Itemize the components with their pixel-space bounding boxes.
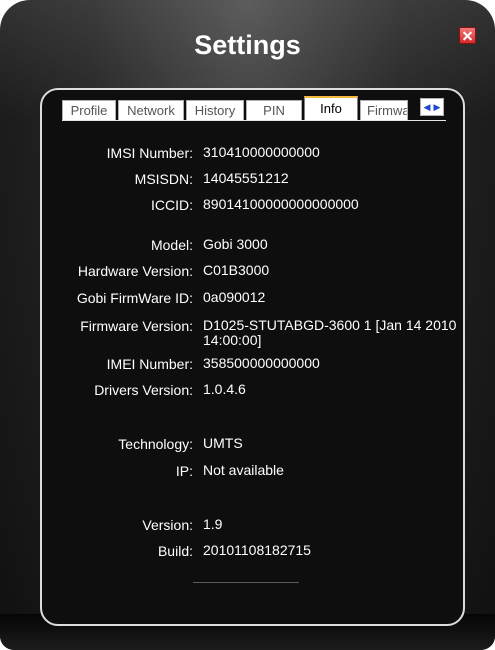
tab-network[interactable]: Network bbox=[118, 100, 184, 120]
ip-value: Not available bbox=[203, 462, 284, 478]
tab-history[interactable]: History bbox=[186, 100, 244, 120]
imei-label: IMEI Number: bbox=[106, 356, 193, 372]
build-value: 20101108182715 bbox=[203, 542, 311, 558]
firmware-version-label: Firmware Version: bbox=[80, 318, 193, 334]
drivers-version-label: Drivers Version: bbox=[94, 382, 193, 398]
build-label: Build: bbox=[157, 543, 193, 559]
msisdn-label: MSISDN: bbox=[134, 171, 193, 187]
tab-bar: Profile Network History PIN Info Firmwar… bbox=[62, 96, 446, 121]
iccid-label: ICCID: bbox=[151, 197, 193, 213]
gobi-firmware-id-value: 0a090012 bbox=[203, 289, 266, 305]
chevron-right-icon[interactable]: ▶ bbox=[432, 99, 442, 115]
tab-scroll-buttons: ◀ ▶ bbox=[420, 98, 444, 116]
divider bbox=[193, 582, 299, 583]
gobi-firmware-id-label: Gobi FirmWare ID: bbox=[76, 290, 193, 306]
technology-value: UMTS bbox=[203, 435, 243, 451]
firmware-version-value: D1025-STUTABGD-3600 1 [Jan 14 2010 14:00… bbox=[203, 317, 457, 348]
imei-value: 358500000000000 bbox=[203, 355, 320, 371]
version-value: 1.9 bbox=[203, 516, 223, 532]
window-title: Settings bbox=[194, 30, 301, 60]
settings-window: Settings Profile Network History PIN Inf… bbox=[0, 0, 495, 650]
model-value: Gobi 3000 bbox=[203, 236, 268, 252]
drivers-version-value: 1.0.4.6 bbox=[203, 381, 246, 397]
tab-pin[interactable]: PIN bbox=[246, 100, 302, 120]
tab-info[interactable]: Info bbox=[304, 96, 358, 120]
iccid-value: 89014100000000000000 bbox=[203, 196, 359, 212]
version-label: Version: bbox=[142, 517, 193, 533]
technology-label: Technology: bbox=[118, 436, 193, 452]
imsi-label: IMSI Number: bbox=[106, 145, 193, 161]
imsi-value: 310410000000000 bbox=[203, 144, 320, 160]
hardware-version-label: Hardware Version: bbox=[77, 263, 193, 279]
msisdn-value: 14045551212 bbox=[203, 170, 289, 186]
model-label: Model: bbox=[150, 237, 193, 253]
chevron-left-icon[interactable]: ◀ bbox=[422, 99, 432, 115]
tab-profile[interactable]: Profile bbox=[62, 100, 116, 120]
tab-firmware[interactable]: Firmware bbox=[360, 100, 408, 120]
hardware-version-value: C01B3000 bbox=[203, 262, 270, 278]
ip-label: IP: bbox=[175, 463, 193, 479]
close-icon[interactable] bbox=[459, 27, 476, 44]
